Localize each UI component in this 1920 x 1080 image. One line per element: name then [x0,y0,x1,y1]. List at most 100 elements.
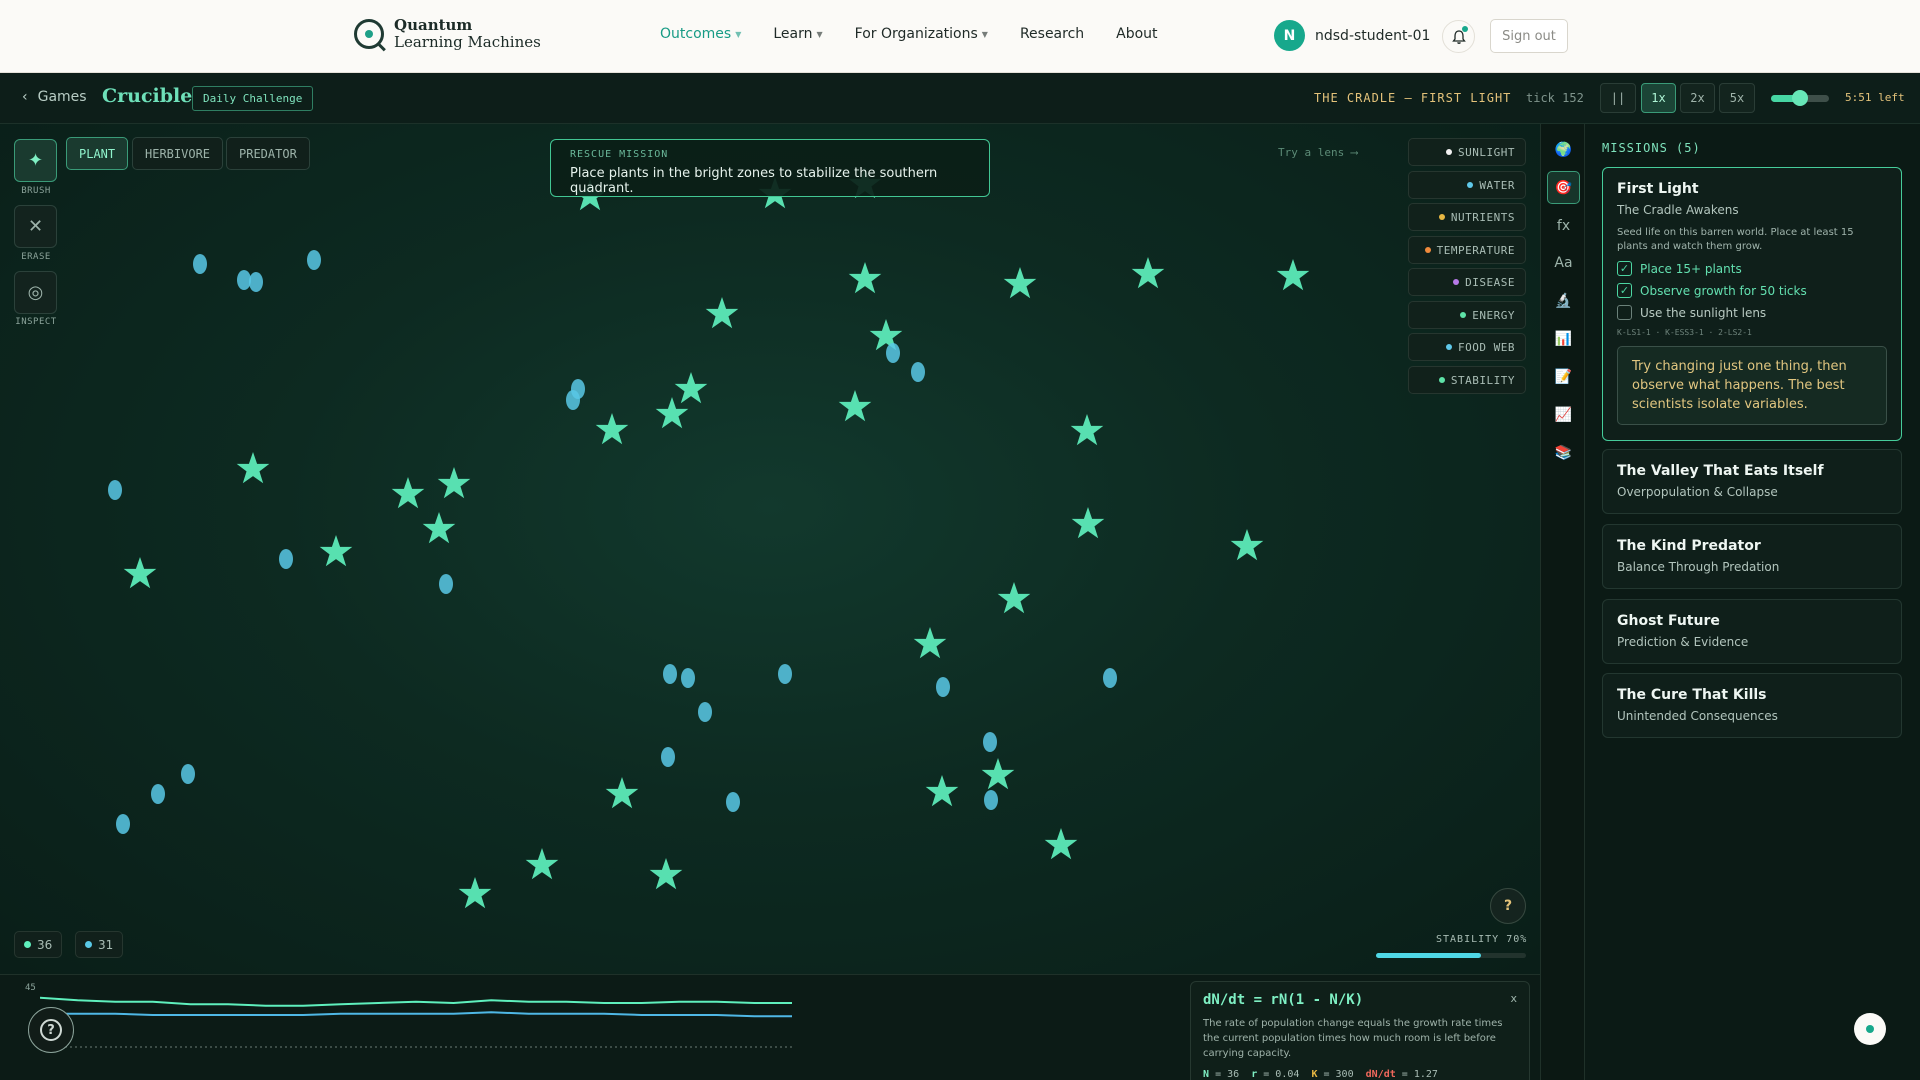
speed-slider[interactable] [1771,90,1829,106]
herbivore-organism[interactable] [911,362,925,382]
plant-organism[interactable] [838,390,872,422]
plant-organism[interactable] [655,397,689,429]
nav-for-organizations[interactable]: For Organizations ▼ [855,26,988,42]
plant-organism[interactable] [422,512,456,544]
erase-tool-button[interactable]: ✕ [14,205,57,248]
microscope-icon[interactable]: 🔬 [1547,284,1580,317]
herbivore-organism[interactable] [1103,668,1117,688]
plant-organism[interactable] [1003,267,1037,299]
checklist-item[interactable]: ✓ Observe growth for 50 ticks [1617,283,1887,298]
herbivore-organism[interactable] [984,790,998,810]
herbivore-organism[interactable] [439,574,453,594]
text-size-icon[interactable]: Aa [1547,246,1580,279]
back-to-games-link[interactable]: ‹ Games [22,89,87,105]
lens-food-web[interactable]: FOOD WEB [1408,333,1526,361]
plant-organism[interactable] [1276,259,1310,291]
plant-organism[interactable] [1044,828,1078,860]
graph-help-button[interactable]: ? [28,1007,74,1053]
books-icon[interactable]: 📚 [1547,436,1580,469]
speed-slider-handle[interactable] [1792,90,1808,106]
brush-tool-button[interactable]: ✦ [14,139,57,182]
species-plant-button[interactable]: PLANT [66,137,129,170]
herbivore-organism[interactable] [307,250,321,270]
herbivore-organism[interactable] [151,784,165,804]
chat-assistant-button[interactable] [1854,1013,1886,1045]
brand-logo-link[interactable]: Quantum Learning Machines [354,17,541,51]
plant-organism[interactable] [848,262,882,294]
simulation-canvas[interactable]: ✦ BRUSH ✕ ERASE ◎ INSPECT PLANT HERBIVOR… [0,124,1540,974]
help-button[interactable]: ? [1490,888,1526,924]
plant-organism[interactable] [925,775,959,807]
nav-outcomes[interactable]: Outcomes ▼ [660,26,741,42]
plant-organism[interactable] [595,413,629,445]
nav-about[interactable]: About [1116,26,1157,42]
speed-1x-button[interactable]: 1x [1641,83,1676,113]
herbivore-organism[interactable] [108,480,122,500]
plant-organism[interactable] [525,848,559,880]
nav-learn[interactable]: Learn ▼ [773,26,822,42]
species-predator-button[interactable]: PREDATOR [226,137,310,170]
plant-organism[interactable] [236,452,270,484]
plant-organism[interactable] [981,758,1015,790]
plant-organism[interactable] [649,858,683,890]
plant-organism[interactable] [1071,507,1105,539]
herbivore-organism[interactable] [279,549,293,569]
herbivore-organism[interactable] [193,254,207,274]
target-icon[interactable]: 🎯 [1547,171,1580,204]
plant-organism[interactable] [674,372,708,404]
herbivore-organism[interactable] [116,814,130,834]
checklist-item[interactable]: ✓ Place 15+ plants [1617,261,1887,276]
mission-card[interactable]: The Valley That Eats Itself Overpopulati… [1602,449,1902,514]
plant-organism[interactable] [913,627,947,659]
pause-button[interactable]: || [1600,83,1636,113]
herbivore-organism[interactable] [886,343,900,363]
herbivore-organism[interactable] [778,664,792,684]
speed-5x-button[interactable]: 5x [1719,83,1755,113]
herbivore-organism[interactable] [661,747,675,767]
lens-nutrients[interactable]: NUTRIENTS [1408,203,1526,231]
user-menu[interactable]: N ndsd-student-01 [1274,20,1430,51]
mission-card[interactable]: The Kind Predator Balance Through Predat… [1602,524,1902,589]
plant-organism[interactable] [1070,414,1104,446]
herbivore-organism[interactable] [698,702,712,722]
lens-disease[interactable]: DISEASE [1408,268,1526,296]
checkbox-unchecked[interactable] [1617,305,1632,320]
notifications-button[interactable] [1442,20,1475,53]
checkbox-checked[interactable]: ✓ [1617,283,1632,298]
line-chart-icon[interactable]: 📈 [1547,398,1580,431]
inspect-tool-button[interactable]: ◎ [14,271,57,314]
close-formula-button[interactable]: x [1510,992,1517,1005]
mission-card-first-light[interactable]: First Light The Cradle Awakens Seed life… [1602,167,1902,441]
lens-stability[interactable]: STABILITY [1408,366,1526,394]
formula-icon[interactable]: fx [1547,209,1580,242]
herbivore-organism[interactable] [726,792,740,812]
daily-challenge-badge[interactable]: Daily Challenge [192,86,314,111]
plant-organism[interactable] [705,297,739,329]
plant-organism[interactable] [437,467,471,499]
herbivore-organism[interactable] [181,764,195,784]
checkbox-checked[interactable]: ✓ [1617,261,1632,276]
herbivore-organism[interactable] [249,272,263,292]
plant-organism[interactable] [1131,257,1165,289]
sign-out-button[interactable]: Sign out [1490,19,1568,53]
mission-card[interactable]: The Cure That Kills Unintended Consequen… [1602,673,1902,738]
bar-chart-icon[interactable]: 📊 [1547,322,1580,355]
lens-energy[interactable]: ENERGY [1408,301,1526,329]
nav-research[interactable]: Research [1020,26,1084,42]
plant-organism[interactable] [458,877,492,909]
herbivore-organism[interactable] [571,379,585,399]
plant-organism[interactable] [605,777,639,809]
plant-organism[interactable] [997,582,1031,614]
speed-2x-button[interactable]: 2x [1680,83,1715,113]
plant-organism[interactable] [1230,529,1264,561]
herbivore-organism[interactable] [237,270,251,290]
lens-temperature[interactable]: TEMPERATURE [1408,236,1526,264]
mission-card[interactable]: Ghost Future Prediction & Evidence [1602,599,1902,664]
lens-water[interactable]: WATER [1408,171,1526,199]
globe-icon[interactable]: 🌍 [1547,133,1580,166]
notepad-icon[interactable]: 📝 [1547,360,1580,393]
lens-sunlight[interactable]: SUNLIGHT [1408,138,1526,166]
herbivore-organism[interactable] [983,732,997,752]
species-herbivore-button[interactable]: HERBIVORE [132,137,224,170]
plant-organism[interactable] [391,477,425,509]
